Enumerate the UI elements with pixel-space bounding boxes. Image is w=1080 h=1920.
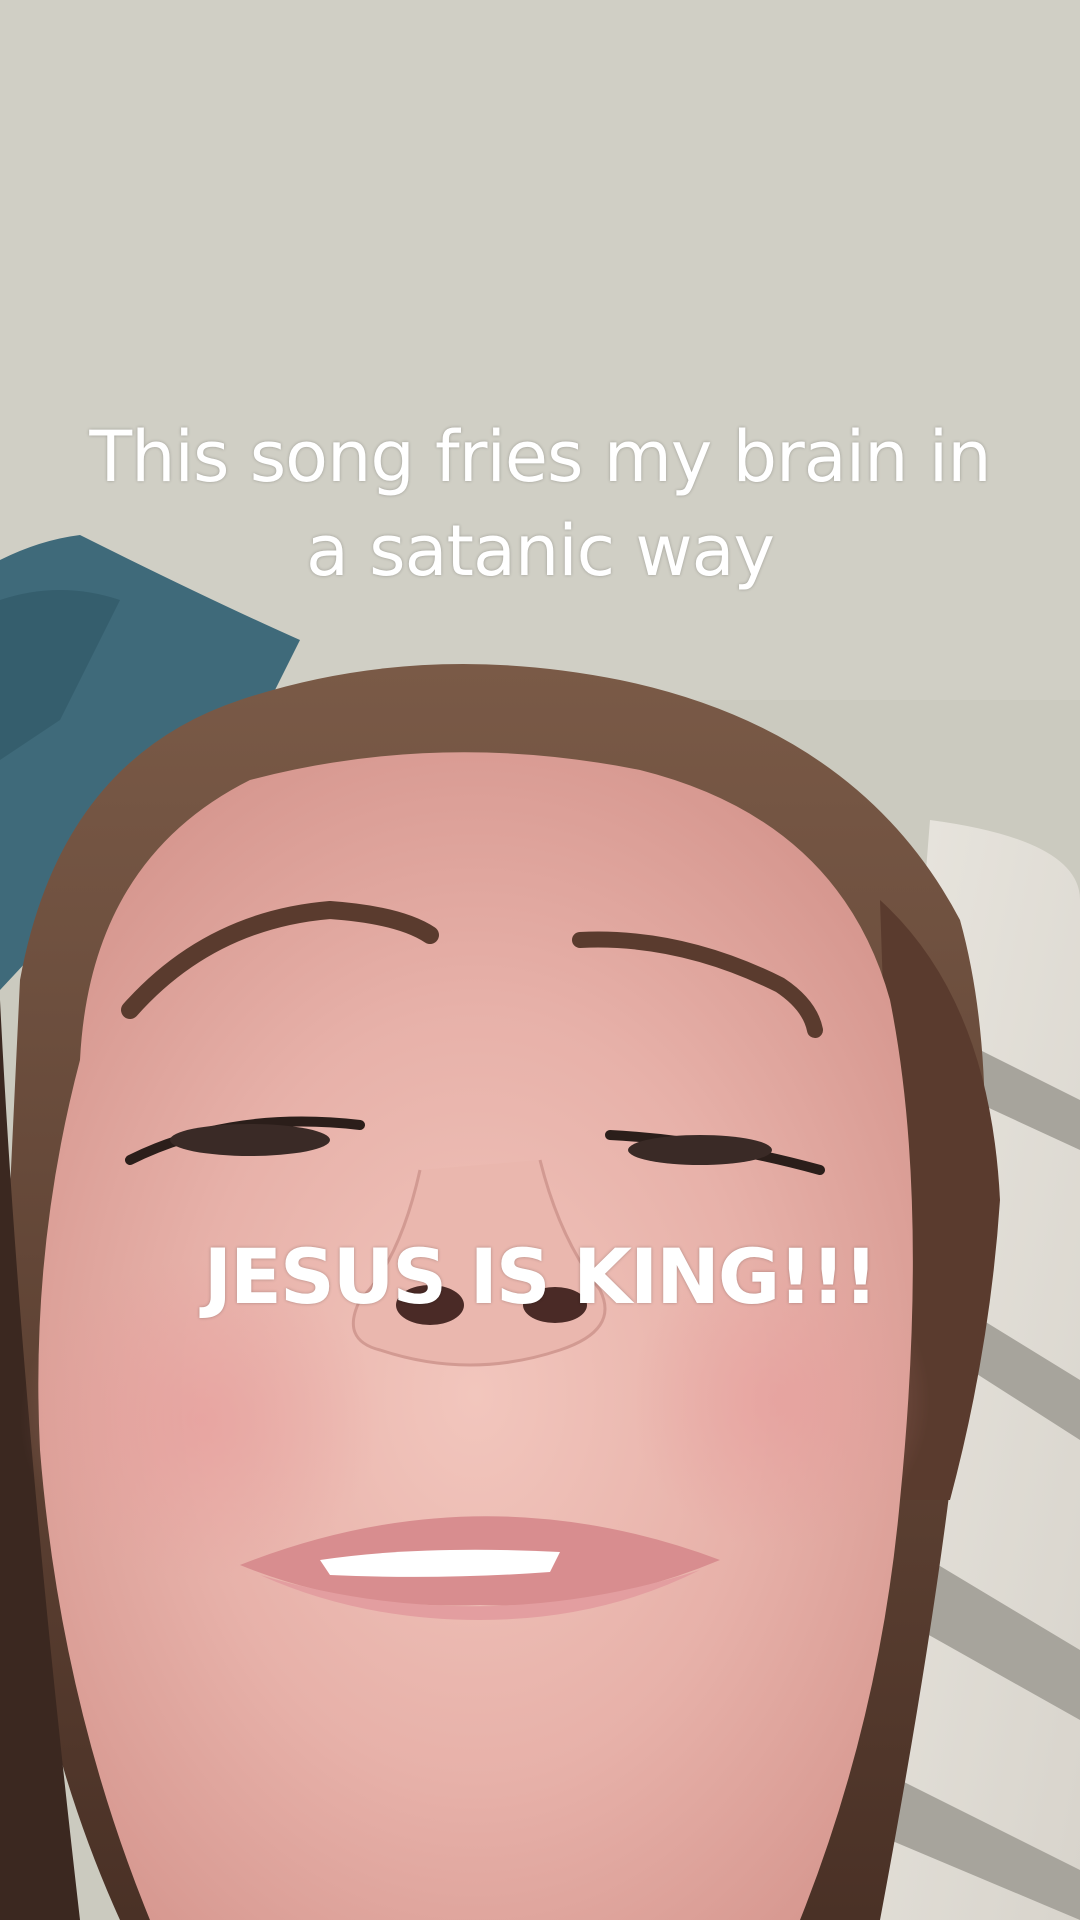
caption-top: This song fries my brain in a satanic wa… (89, 416, 991, 592)
video-still-image (0, 0, 1080, 1920)
face (20, 752, 930, 1920)
caption-middle: JESUS IS KING!!! (203, 1232, 878, 1321)
video-frame[interactable]: This song fries my brain in a satanic wa… (0, 0, 1080, 1920)
